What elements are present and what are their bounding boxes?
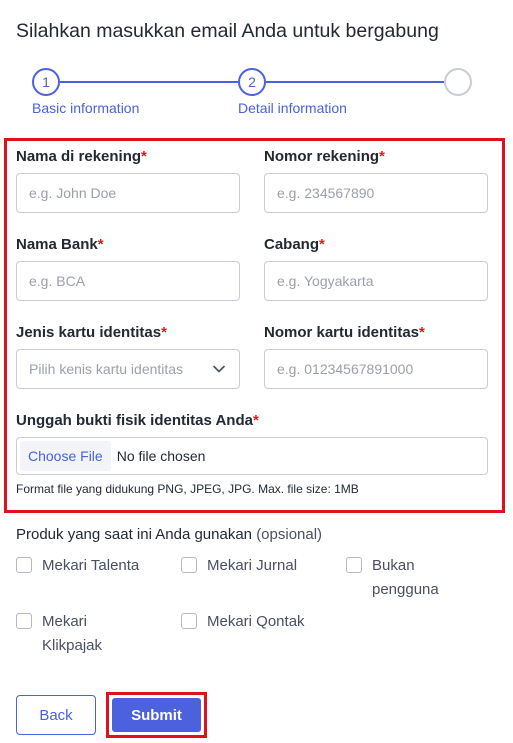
branch-label: Cabang* xyxy=(264,236,325,253)
upload-label: Unggah bukti fisik identitas Anda* xyxy=(16,412,259,429)
id-type-select-placeholder: Pilih kenis kartu identitas xyxy=(29,361,184,377)
progress-stepper: 1 2 Basic information Detail information xyxy=(0,68,513,120)
product-option-qontak[interactable]: Mekari Qontak xyxy=(181,610,331,634)
back-button[interactable]: Back xyxy=(16,695,96,735)
product-label-talenta: Mekari Talenta xyxy=(42,557,140,574)
product-option-klikpajak[interactable]: Mekari Klikpajak xyxy=(16,610,126,658)
step-3-circle xyxy=(444,68,472,96)
id-type-label: Jenis kartu identitas* xyxy=(16,324,167,341)
product-label-jurnal: Mekari Jurnal xyxy=(207,557,298,574)
id-number-input[interactable] xyxy=(264,349,488,389)
product-option-bukan-pengguna[interactable]: Bukan pengguna xyxy=(346,554,461,602)
bank-name-input[interactable] xyxy=(16,261,240,301)
checkbox-jurnal[interactable] xyxy=(181,557,197,573)
submit-highlight-frame: Submit xyxy=(106,692,207,738)
id-number-label: Nomor kartu identitas* xyxy=(264,324,425,341)
product-option-jurnal[interactable]: Mekari Jurnal xyxy=(181,554,331,578)
branch-input[interactable] xyxy=(264,261,488,301)
product-label-bukan-pengguna: Bukan pengguna xyxy=(372,557,439,598)
checkbox-qontak[interactable] xyxy=(181,613,197,629)
submit-button[interactable]: Submit xyxy=(112,698,201,732)
step-1-circle: 1 xyxy=(32,68,60,96)
checkbox-talenta[interactable] xyxy=(16,557,32,573)
product-option-talenta[interactable]: Mekari Talenta xyxy=(16,554,166,578)
id-type-select[interactable]: Pilih kenis kartu identitas xyxy=(16,349,240,389)
account-number-input[interactable] xyxy=(264,173,488,213)
checkbox-klikpajak[interactable] xyxy=(16,613,32,629)
upload-hint: Format file yang didukung PNG, JPEG, JPG… xyxy=(16,482,359,496)
step-2-circle: 2 xyxy=(238,68,266,96)
file-upload-field[interactable]: Choose File No file chosen xyxy=(16,437,488,475)
product-label-qontak: Mekari Qontak xyxy=(207,613,305,630)
step-connector-2 xyxy=(266,81,444,83)
page-title: Silahkan masukkan email Anda untuk berga… xyxy=(16,20,439,42)
step-1-label: Basic information xyxy=(32,100,140,116)
file-status-text: No file chosen xyxy=(116,448,206,464)
step-connector-1 xyxy=(60,81,238,83)
choose-file-button[interactable]: Choose File xyxy=(20,441,111,471)
chevron-down-icon xyxy=(213,365,225,373)
account-number-label: Nomor rekening* xyxy=(264,148,385,165)
account-name-label: Nama di rekening* xyxy=(16,148,147,165)
account-name-input[interactable] xyxy=(16,173,240,213)
step-2-label: Detail information xyxy=(238,100,347,116)
bank-name-label: Nama Bank* xyxy=(16,236,104,253)
checkbox-bukan-pengguna[interactable] xyxy=(346,557,362,573)
products-label: Produk yang saat ini Anda gunakan (opsio… xyxy=(16,526,323,543)
product-label-klikpajak: Mekari Klikpajak xyxy=(42,613,103,654)
